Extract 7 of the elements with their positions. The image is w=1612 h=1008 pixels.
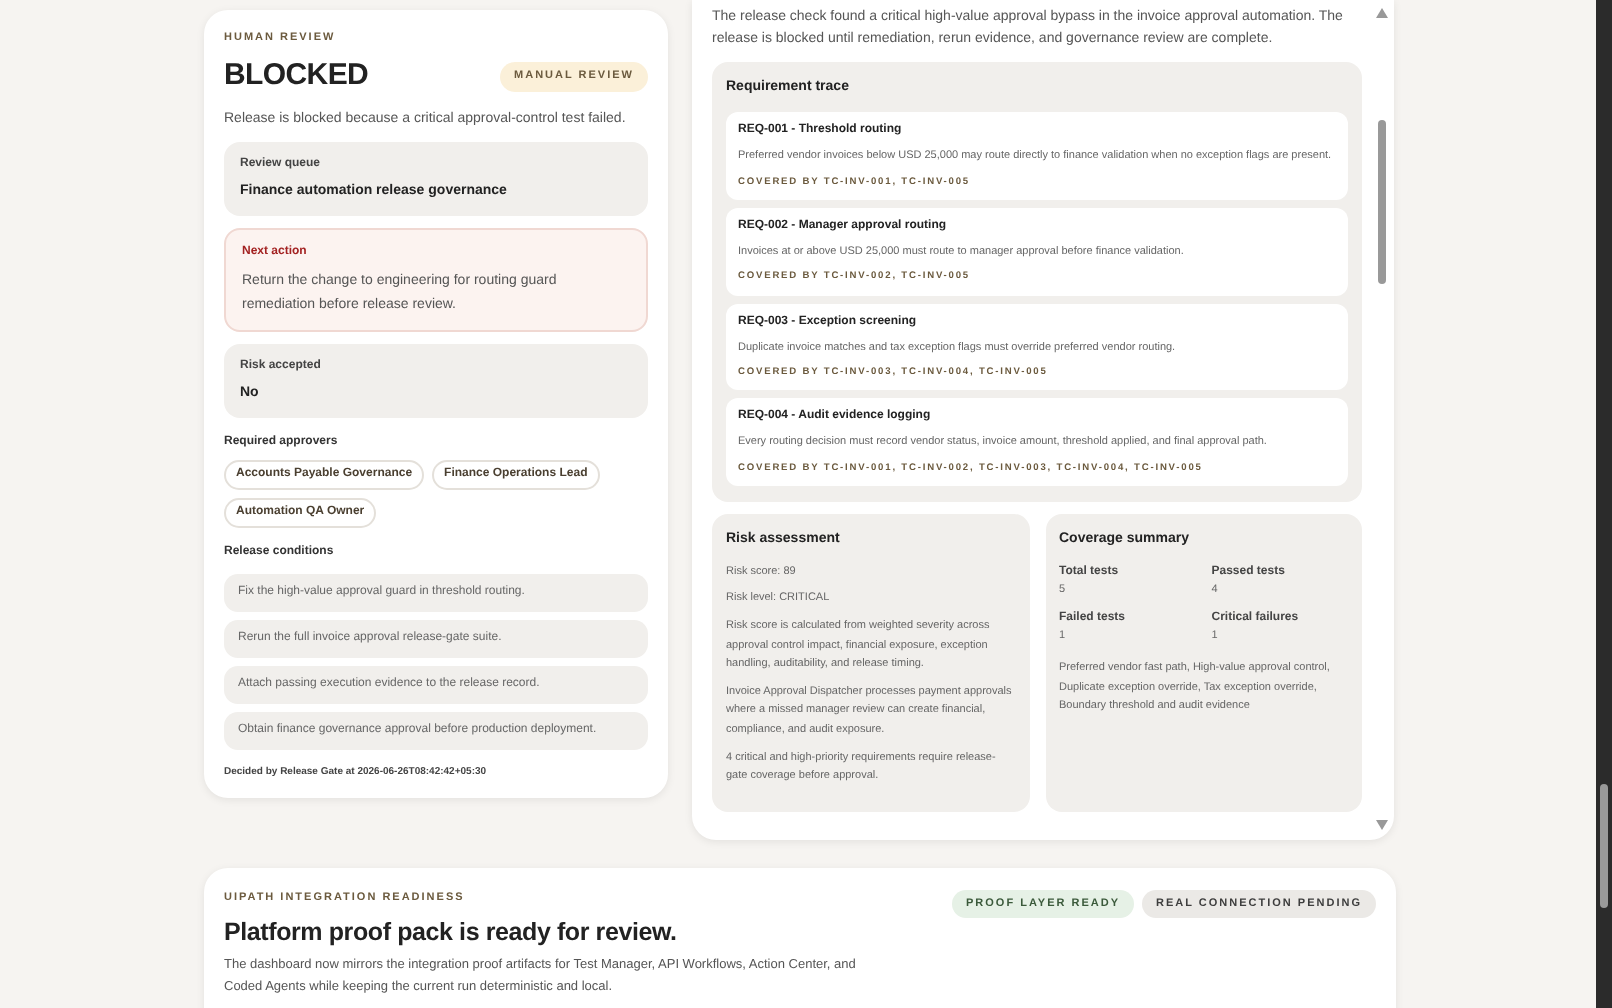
scroll-up-icon[interactable] (1376, 8, 1388, 18)
integration-title: Platform proof pack is ready for review. (224, 918, 677, 949)
scroll-down-icon[interactable] (1376, 820, 1388, 830)
scrollbar-thumb[interactable] (1600, 784, 1608, 908)
page-scrollbar[interactable] (1596, 0, 1612, 1008)
status-title: BLOCKED (224, 56, 369, 97)
scrollbar-thumb[interactable] (1378, 120, 1386, 284)
